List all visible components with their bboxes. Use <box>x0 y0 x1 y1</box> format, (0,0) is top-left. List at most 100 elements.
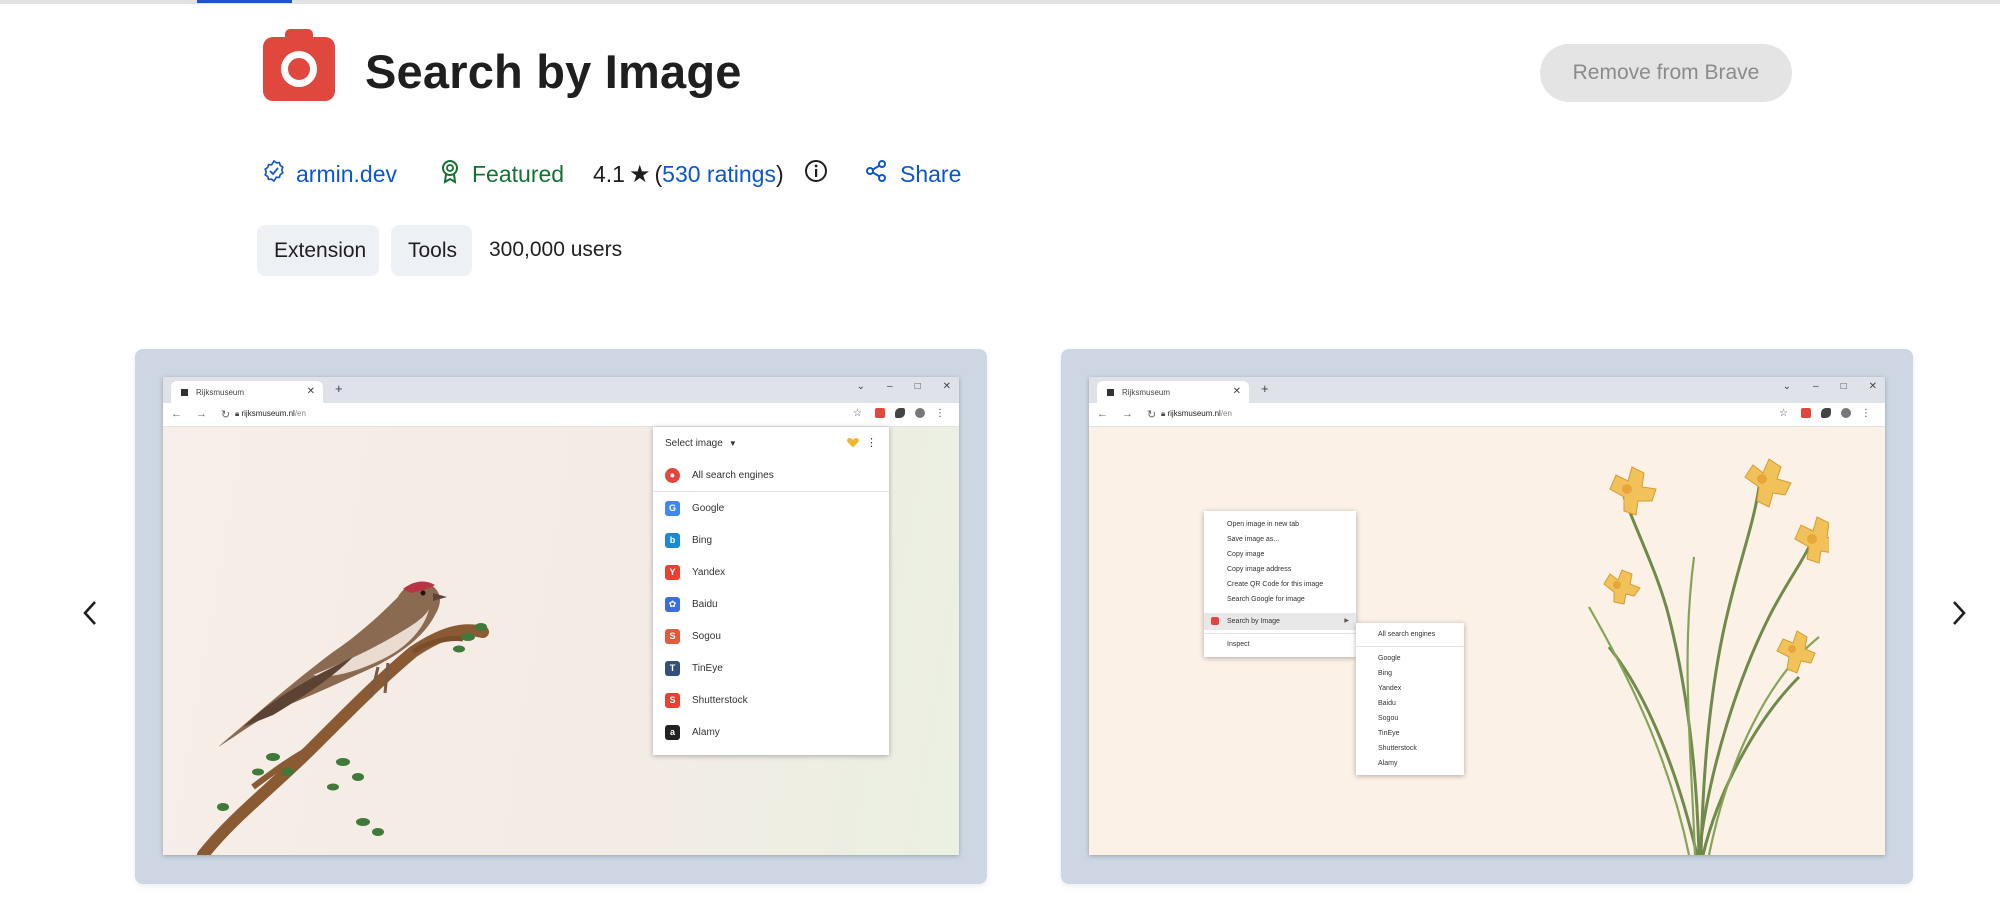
context-menu: Open image in new tab Save image as... Cop… <box>1204 511 1356 657</box>
submenu-divider <box>1356 646 1464 647</box>
address-bar: ← → ↻ 🔒︎ rijksmuseum.nl/en ☆ ⋮ <box>1089 403 1885 427</box>
verified-badge-icon <box>262 159 286 189</box>
ratings-close-paren: ) <box>775 160 784 187</box>
submenu-item: Alamy <box>1378 760 1398 767</box>
favicon-icon <box>181 388 188 396</box>
browser-tabstrip: Rijksmuseum ✕ + ⌄ – □ ✕ <box>163 377 959 403</box>
extension-popup: Select image ▼ ⋮ ● All search engines GG… <box>653 427 889 755</box>
carousel-prev-button[interactable] <box>75 600 105 630</box>
engine-name: Google <box>692 502 725 514</box>
menu-dots-icon: ⋮ <box>1861 408 1871 419</box>
reload-icon: ↻ <box>221 409 231 421</box>
page-content: Open image in new tab Save image as... Cop… <box>1089 427 1885 855</box>
category-chip-extension[interactable]: Extension <box>257 225 379 276</box>
forward-icon: → <box>196 408 207 420</box>
context-menu-item: Open image in new tab <box>1227 521 1299 528</box>
rating-value: 4.1 <box>593 160 625 187</box>
rating-summary: 4.1 ★ ( 530 ratings ) <box>593 157 784 191</box>
close-icon: ✕ <box>942 381 951 392</box>
plus-icon: + <box>335 381 343 396</box>
context-submenu: All search engines Google Bing Yandex Baidu… <box>1356 623 1464 775</box>
popup-item-engine: Y Yandex <box>653 556 889 588</box>
browser-window: Rijksmuseum ✕ + ⌄ – □ ✕ ← → ↻ 🔒︎ rijksmu… <box>1089 377 1885 855</box>
alamy-icon: a <box>665 724 680 740</box>
featured-badge[interactable]: Featured <box>438 157 564 191</box>
screenshot-2[interactable]: Rijksmuseum ✕ + ⌄ – □ ✕ ← → ↻ 🔒︎ rijksmu… <box>1061 349 1913 884</box>
engine-list: G Google b Bing Y Yandex ✿ Baidu S Sogou T TinEye S S… <box>653 492 889 748</box>
page-title: Search by Image <box>365 45 742 98</box>
chevron-down-icon: ⌄ <box>1782 381 1791 392</box>
shutterstock-icon: S <box>665 692 680 708</box>
screenshot-1[interactable]: Rijksmuseum ✕ + ⌄ – □ ✕ ← → ↻ 🔒︎ rijksmu… <box>135 349 987 884</box>
popup-item-engine: G Google <box>653 492 889 524</box>
submenu-item: Sogou <box>1378 715 1399 722</box>
extension-camera-icon <box>875 408 885 418</box>
share-button[interactable]: Share <box>864 157 961 191</box>
extension-camera-icon <box>1801 408 1811 418</box>
select-image-label: Select image <box>665 437 723 449</box>
profile-icon <box>1841 408 1851 418</box>
award-ribbon-icon <box>438 158 462 190</box>
puzzle-icon <box>1821 408 1831 418</box>
context-menu-item: Save image as... <box>1227 536 1280 543</box>
context-menu-item: Copy image address <box>1227 566 1292 573</box>
window-controls: ⌄ – □ ✕ <box>857 381 951 392</box>
submenu-item: Google <box>1378 655 1401 662</box>
nav-buttons: ← → ↻ <box>1097 408 1156 421</box>
bookmark-star-icon: ☆ <box>1779 408 1788 419</box>
tab-title: Rijksmuseum <box>1122 387 1171 397</box>
author-name: armin.dev <box>296 160 397 187</box>
close-icon: ✕ <box>1232 386 1241 397</box>
chevron-right-icon <box>1950 599 1968 632</box>
info-button[interactable] <box>803 157 829 191</box>
author-link[interactable]: armin.dev <box>262 157 397 191</box>
url-text: 🔒︎ rijksmuseum.nl/en <box>235 409 306 418</box>
category-chip-tools[interactable]: Tools <box>391 225 472 276</box>
favicon-icon <box>1107 388 1114 396</box>
nav-buttons: ← → ↻ <box>171 408 230 421</box>
menu-dots-icon: ⋮ <box>935 408 945 419</box>
remove-from-brave-button[interactable]: Remove from Brave <box>1540 44 1792 102</box>
ratings-open-paren: ( <box>654 160 663 187</box>
context-menu-item: Search Google for image <box>1227 596 1305 603</box>
browser-tab: Rijksmuseum ✕ <box>1097 381 1249 403</box>
baidu-icon: ✿ <box>665 596 680 612</box>
browser-tab: Rijksmuseum ✕ <box>171 381 323 403</box>
context-menu-divider <box>1204 633 1356 634</box>
submenu-item: TinEye <box>1378 730 1400 737</box>
camera-icon <box>263 29 335 101</box>
star-icon: ★ <box>628 160 651 188</box>
featured-label: Featured <box>472 160 565 187</box>
users-count: 300,000 users <box>489 238 623 261</box>
forward-icon: → <box>1122 408 1133 420</box>
browser-tabstrip: Rijksmuseum ✕ + ⌄ – □ ✕ <box>1089 377 1885 403</box>
google-icon: G <box>665 500 680 516</box>
maximize-icon: □ <box>914 381 921 392</box>
popup-header: Select image ▼ ⋮ <box>653 427 889 459</box>
submenu-item-all-engines: All search engines <box>1378 631 1436 638</box>
minimize-icon: – <box>887 381 893 392</box>
ratings-count-link[interactable]: 530 ratings <box>662 161 776 188</box>
engine-name: Alamy <box>692 726 720 738</box>
submenu-item: Shutterstock <box>1378 745 1417 752</box>
submenu-item: Yandex <box>1378 685 1402 692</box>
engine-name: Yandex <box>692 566 726 578</box>
minimize-icon: – <box>1813 381 1819 392</box>
sogou-icon: S <box>665 628 680 644</box>
reload-icon: ↻ <box>1147 409 1157 421</box>
info-icon <box>803 158 829 190</box>
maximize-icon: □ <box>1840 381 1847 392</box>
browser-window: Rijksmuseum ✕ + ⌄ – □ ✕ ← → ↻ 🔒︎ rijksmu… <box>163 377 959 855</box>
context-menu-item: Create QR Code for this image <box>1227 581 1324 588</box>
top-divider <box>0 0 2000 4</box>
context-menu-item-search-by-image: Search by Image ▶ <box>1204 613 1356 630</box>
engine-name: Shutterstock <box>692 694 748 706</box>
share-label: Share <box>900 160 962 187</box>
back-icon: ← <box>1097 408 1108 420</box>
popup-item-engine: T TinEye <box>653 652 889 684</box>
carousel-next-button[interactable] <box>1944 600 1974 630</box>
popup-item-engine: a Alamy <box>653 716 889 748</box>
context-menu-item: Copy image <box>1227 551 1265 558</box>
tineye-icon: T <box>665 660 680 676</box>
daffodil-illustration <box>1588 458 1829 855</box>
